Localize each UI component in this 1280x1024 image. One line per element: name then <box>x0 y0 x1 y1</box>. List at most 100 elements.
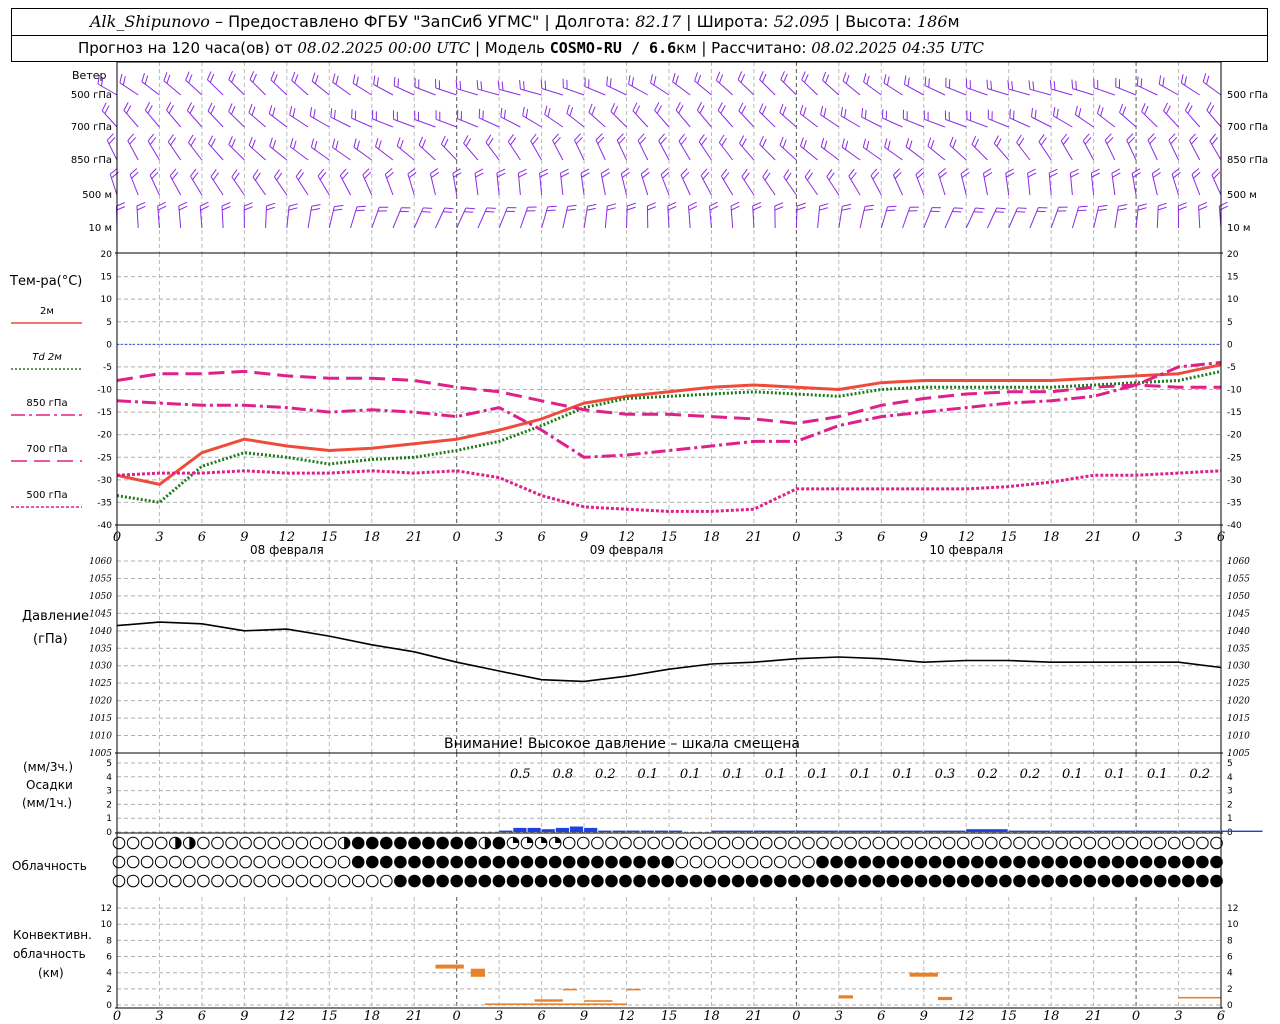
wind-barb-shaft <box>826 176 840 196</box>
wind-barb-feather <box>507 134 515 142</box>
wind-barb-feather <box>915 168 923 175</box>
wind-barb-feather <box>1075 80 1077 90</box>
cloud-cover-half <box>344 837 350 849</box>
wind-barb-shaft <box>1053 115 1073 128</box>
wind-barb-feather <box>206 71 212 80</box>
precip-tick-right: 3 <box>1227 787 1233 797</box>
wind-barb-shaft <box>1008 88 1031 96</box>
wind-barb-feather <box>544 105 548 115</box>
cloud-cover-symbol <box>366 836 379 850</box>
cloud-cover-symbol <box>506 874 520 888</box>
cloud-cover-symbol <box>211 855 224 869</box>
wind-barb-shaft <box>1159 83 1179 96</box>
cloud-cover-symbol <box>703 874 717 888</box>
cloud-cover-symbol <box>211 836 224 850</box>
wind-barb-feather <box>1062 137 1070 145</box>
wind-barb-feather <box>952 211 962 213</box>
wind-barb-shaft <box>1093 206 1100 229</box>
wind-barb-shaft <box>456 88 479 96</box>
conv-bar <box>534 999 563 1002</box>
cloud-cover-symbol <box>309 874 323 888</box>
time-tick-label-bottom: 0 <box>792 1009 800 1024</box>
wind-barb-shaft <box>720 175 734 196</box>
wind-barb-feather <box>804 169 811 178</box>
precip-bar <box>1093 830 1136 832</box>
wind-barb-shaft <box>339 175 351 196</box>
wind-barb-feather <box>356 205 366 208</box>
wind-barb-feather <box>178 201 188 207</box>
wind-barb-feather <box>800 137 804 147</box>
time-tick-label: 3 <box>155 530 163 545</box>
cloud-cover-symbol <box>239 836 252 850</box>
time-tick-label-bottom: 3 <box>1174 1009 1182 1024</box>
wind-barb-feather <box>147 105 153 114</box>
wind-barb-feather <box>1151 168 1160 175</box>
pressure-tick-left: 1005 <box>89 749 112 759</box>
wind-barb-shaft <box>945 86 967 96</box>
wind-barb-shaft <box>373 84 394 96</box>
wind-barb-feather <box>547 107 551 117</box>
cloud-cover-symbol <box>506 855 520 869</box>
time-tick-label-bottom: 15 <box>1000 1009 1017 1024</box>
wind-barb-shaft <box>595 139 606 161</box>
wind-barb-shaft <box>892 174 903 196</box>
wind-barb-feather <box>431 171 440 178</box>
temp-tick-right: -15 <box>1227 408 1242 418</box>
wind-barb-feather <box>500 107 503 117</box>
cloud-cover-symbol <box>872 874 886 888</box>
wind-barb-feather <box>487 137 494 146</box>
wind-barb-feather <box>782 139 787 149</box>
wind-barb-shaft <box>783 176 797 196</box>
wind-barb-feather <box>609 78 612 88</box>
precip-total-label: 0.1 <box>807 767 828 782</box>
wind-barb-feather <box>141 72 145 82</box>
temp-legend-label: 850 гПа <box>26 398 67 409</box>
wind-barb-shaft <box>477 88 500 96</box>
wind-barb-feather <box>627 202 636 207</box>
cloud-cover-symbol <box>534 874 548 888</box>
wind-barb-feather <box>741 105 747 115</box>
cloud-cover-symbol <box>816 836 829 850</box>
wind-barb-feather <box>547 205 557 208</box>
wind-barb-shaft <box>541 206 549 229</box>
wind-barb-feather <box>1028 80 1031 90</box>
time-tick-label: 18 <box>1043 530 1060 545</box>
wind-barb-feather <box>157 201 167 207</box>
wind-barb-shaft <box>269 145 288 161</box>
cloud-cover-symbol <box>619 836 632 850</box>
wind-barb-feather <box>1007 80 1010 90</box>
wind-level-label-right: 700 гПа <box>1227 122 1268 133</box>
wind-barb-feather <box>960 168 969 175</box>
pressure-tick-left: 1050 <box>89 592 112 602</box>
wind-barb-feather <box>639 136 647 145</box>
cloud-cover-symbol <box>394 836 407 850</box>
temp-tick-left: -15 <box>97 408 112 418</box>
wind-barb-feather <box>702 171 710 180</box>
temp-tick-right: -5 <box>1227 363 1236 373</box>
cloud-cover-symbol <box>830 874 843 888</box>
wind-barb-feather <box>1191 136 1198 145</box>
wind-barb-feather <box>752 205 762 211</box>
wind-barb-shaft <box>820 114 840 128</box>
wind-barb-shaft <box>923 207 933 229</box>
wind-barb-feather <box>192 172 199 180</box>
cloud-cover-symbol <box>999 836 1012 850</box>
wind-barb-shaft <box>392 207 402 229</box>
temp-tick-right: -10 <box>1227 386 1242 396</box>
wind-barb-shaft <box>562 206 569 229</box>
wind-barb-feather <box>881 109 884 119</box>
wind-barb-shaft <box>1009 117 1031 128</box>
time-tick-label: 21 <box>745 530 763 545</box>
time-tick-label-bottom: 6 <box>537 1009 545 1024</box>
wind-barb-feather <box>1171 168 1180 175</box>
wind-barb-shaft <box>435 118 457 128</box>
wind-barb-feather <box>332 138 336 148</box>
wind-barb-shaft <box>738 110 755 128</box>
wind-barb-shaft <box>352 82 373 96</box>
wind-level-label: 500 гПа <box>71 90 112 101</box>
wind-barb-shaft <box>965 207 976 229</box>
wind-level-label-right: 500 гПа <box>1227 90 1268 101</box>
cloud-cover-symbol <box>408 855 421 869</box>
wind-barb-shaft <box>520 88 542 96</box>
time-tick-label-bottom: 9 <box>580 1009 588 1024</box>
